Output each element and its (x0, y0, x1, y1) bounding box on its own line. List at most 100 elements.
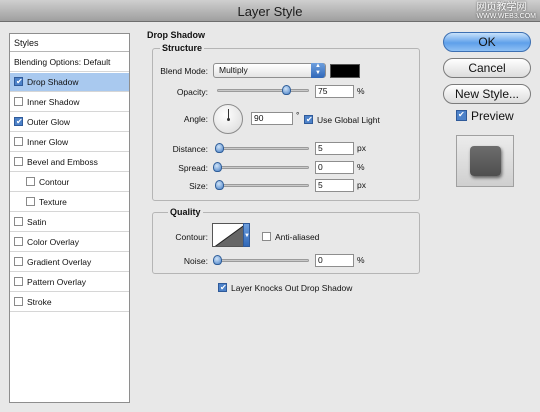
style-item-check-icon[interactable] (14, 217, 23, 227)
style-item-label: Texture (39, 197, 67, 207)
style-item-check-icon[interactable] (14, 157, 23, 167)
contour-label: Contour: (175, 232, 208, 242)
dialog-body: Styles Blending Options: Default Drop Sha… (0, 22, 540, 412)
style-item-label: Bevel and Emboss (27, 157, 98, 167)
blend-mode-value: Multiply (219, 65, 248, 75)
style-item-check-icon[interactable] (14, 257, 23, 267)
style-item-drop-shadow[interactable]: Drop Shadow (10, 73, 129, 92)
watermark-text: 网页教学网 (476, 2, 527, 13)
contour-picker[interactable] (212, 223, 245, 247)
spread-slider-knob[interactable] (213, 162, 222, 172)
preview-thumbnail (456, 135, 514, 187)
distance-slider[interactable] (214, 142, 309, 154)
style-item-check-icon[interactable] (14, 77, 23, 87)
style-item-label: Contour (39, 177, 70, 187)
ok-button[interactable]: OK (443, 32, 531, 52)
style-item-check-icon[interactable] (14, 97, 23, 107)
style-item-label: Blending Options: Default (14, 57, 111, 67)
size-input[interactable]: 5 (315, 179, 354, 192)
noise-unit: % (357, 255, 365, 265)
style-item-check-icon[interactable] (14, 237, 23, 247)
style-item-blending-options-default[interactable]: Blending Options: Default (10, 53, 129, 72)
quality-title: Quality (168, 207, 203, 217)
style-item-label: Gradient Overlay (27, 257, 92, 267)
style-item-label: Drop Shadow (27, 77, 79, 87)
knockout-checkbox[interactable]: Layer Knocks Out Drop Shadow (218, 283, 352, 293)
preview-label: Preview (471, 109, 514, 123)
style-item-color-overlay[interactable]: Color Overlay (10, 233, 129, 252)
style-item-contour[interactable]: Contour (10, 173, 129, 192)
angle-unit: ° (296, 110, 300, 120)
style-item-label: Inner Glow (27, 137, 69, 147)
spread-label: Spread: (178, 163, 208, 173)
opacity-slider-knob[interactable] (282, 85, 291, 95)
spread-unit: % (357, 162, 365, 172)
blend-mode-select[interactable]: Multiply ▲ ▼ (213, 63, 326, 78)
opacity-unit: % (357, 86, 365, 96)
angle-dial-center (227, 118, 230, 121)
noise-label: Noise: (183, 256, 208, 266)
size-slider[interactable] (214, 179, 309, 191)
size-slider-track (217, 184, 309, 187)
noise-slider-knob[interactable] (213, 255, 222, 265)
spread-slider[interactable] (213, 161, 309, 173)
style-item-label: Satin (27, 217, 47, 227)
anti-aliased-check-icon[interactable] (262, 232, 271, 242)
use-global-light-checkbox[interactable]: Use Global Light (304, 115, 380, 125)
use-global-light-label: Use Global Light (317, 115, 380, 125)
preview-checkbox[interactable]: Preview (456, 109, 514, 123)
opacity-slider[interactable] (217, 84, 309, 96)
style-item-inner-glow[interactable]: Inner Glow (10, 133, 129, 152)
noise-slider[interactable] (213, 254, 309, 266)
window-title: Layer Style (237, 4, 303, 19)
style-item-check-icon[interactable] (26, 197, 35, 207)
angle-label: Angle: (183, 114, 208, 124)
style-item-check-icon[interactable] (14, 297, 23, 307)
cancel-button[interactable]: Cancel (443, 58, 531, 78)
contour-dropdown-arrow-icon[interactable]: ▼ (243, 223, 250, 247)
style-item-label: Stroke (27, 297, 52, 307)
knockout-label: Layer Knocks Out Drop Shadow (231, 283, 353, 293)
angle-dial[interactable] (213, 104, 243, 134)
preview-check-icon[interactable] (456, 110, 467, 122)
opacity-label: Opacity: (176, 87, 208, 97)
style-item-label: Outer Glow (27, 117, 70, 127)
style-item-stroke[interactable]: Stroke (10, 293, 129, 312)
opacity-slider-track (217, 89, 309, 92)
distance-slider-track (217, 147, 309, 150)
knockout-check-icon[interactable] (218, 283, 227, 293)
style-item-inner-shadow[interactable]: Inner Shadow (10, 93, 129, 112)
noise-input[interactable]: 0 (315, 254, 354, 267)
watermark-url: WWW.WEB3.COM (476, 13, 537, 20)
opacity-input[interactable]: 75 (315, 85, 354, 98)
anti-aliased-checkbox[interactable]: Anti-aliased (262, 232, 319, 242)
style-item-check-icon[interactable] (14, 117, 23, 127)
spread-input[interactable]: 0 (315, 161, 354, 174)
style-item-label: Pattern Overlay (27, 277, 87, 287)
style-item-check-icon[interactable] (14, 277, 23, 287)
style-item-check-icon[interactable] (14, 137, 23, 147)
style-item-label: Color Overlay (27, 237, 79, 247)
drop-shadow-title: Drop Shadow (145, 30, 207, 40)
distance-slider-knob[interactable] (214, 143, 224, 153)
blend-mode-label: Blend Mode: (160, 66, 208, 76)
new-style-button[interactable]: New Style... (443, 84, 531, 104)
styles-header[interactable]: Styles (10, 34, 129, 52)
contour-curve-icon (214, 224, 244, 246)
style-item-pattern-overlay[interactable]: Pattern Overlay (10, 273, 129, 292)
style-item-check-icon[interactable] (26, 177, 35, 187)
style-item-outer-glow[interactable]: Outer Glow (10, 113, 129, 132)
size-slider-knob[interactable] (214, 180, 224, 190)
distance-label: Distance: (172, 144, 208, 154)
size-label: Size: (189, 181, 208, 191)
style-item-bevel-and-emboss[interactable]: Bevel and Emboss (10, 153, 129, 172)
preview-swatch (470, 146, 501, 176)
angle-input[interactable]: 90 (251, 112, 293, 125)
style-item-gradient-overlay[interactable]: Gradient Overlay (10, 253, 129, 272)
shadow-color-swatch[interactable] (330, 64, 360, 78)
use-global-light-check-icon[interactable] (304, 115, 313, 125)
style-item-texture[interactable]: Texture (10, 193, 129, 212)
style-item-satin[interactable]: Satin (10, 213, 129, 232)
style-item-label: Inner Shadow (27, 97, 80, 107)
distance-input[interactable]: 5 (315, 142, 354, 155)
